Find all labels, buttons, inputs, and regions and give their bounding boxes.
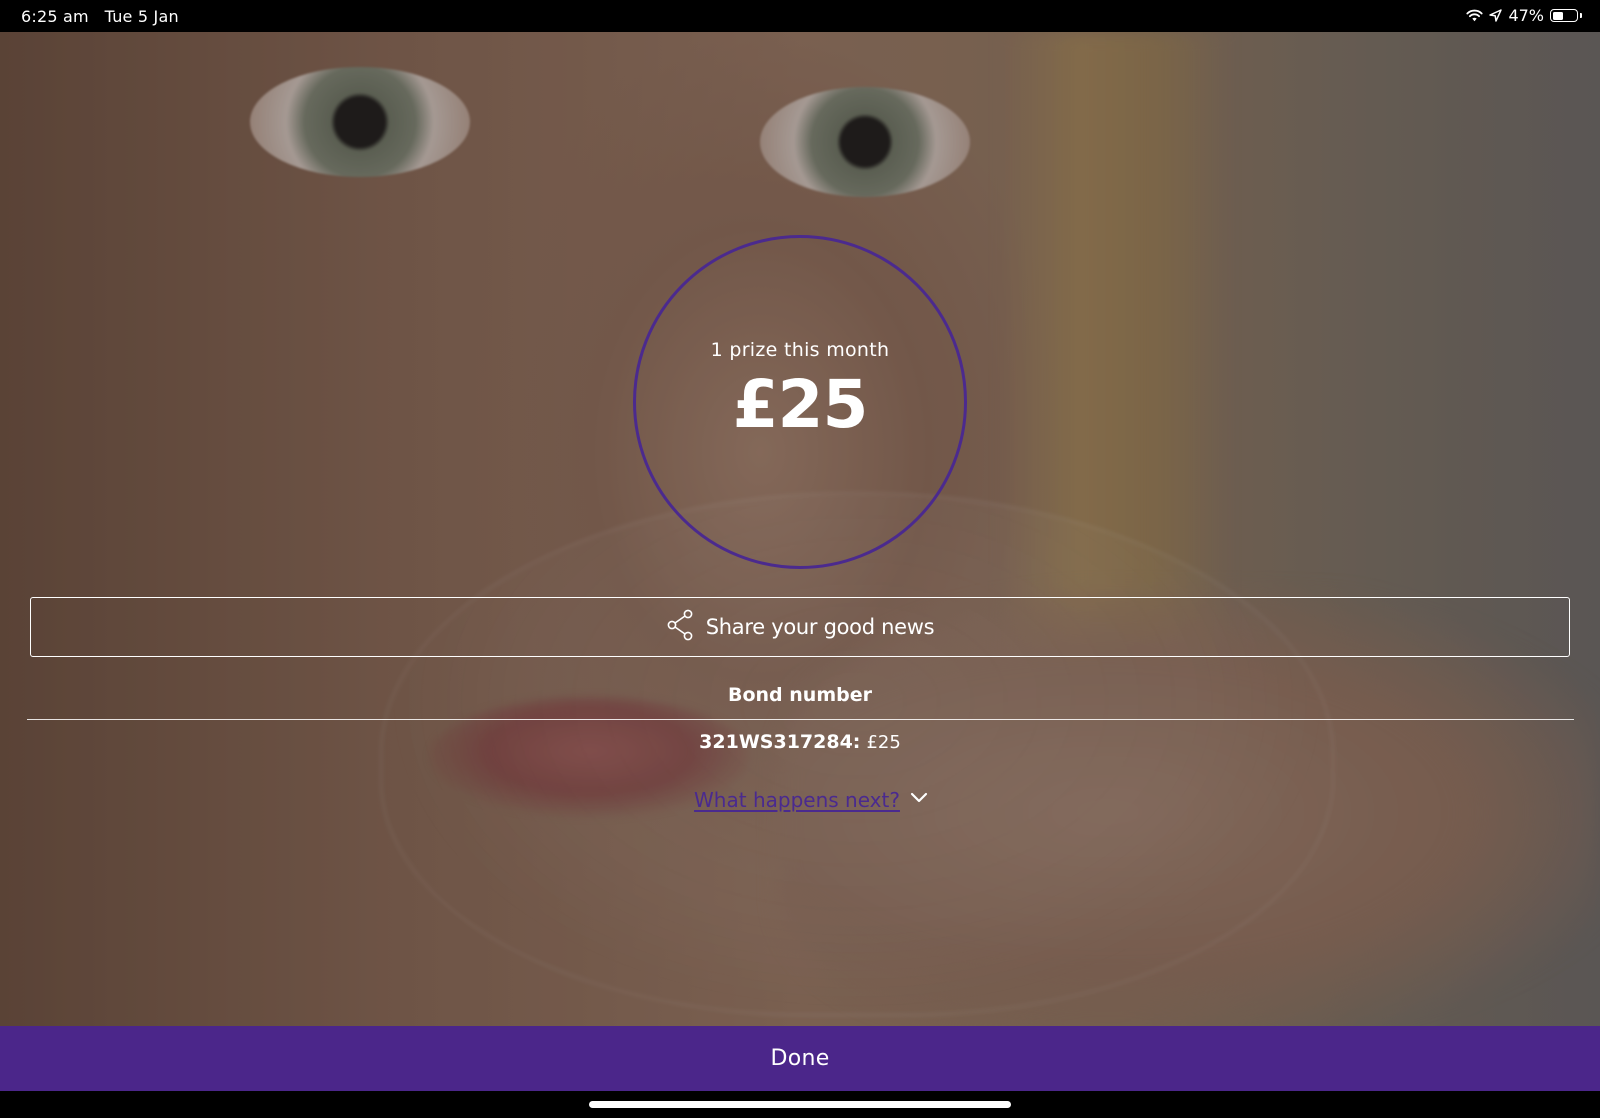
battery-icon <box>1550 9 1578 22</box>
battery-tip <box>1580 13 1582 18</box>
chevron-down-icon <box>910 791 928 809</box>
status-icons: 47% <box>1466 6 1582 25</box>
what-happens-next-label: What happens next? <box>694 788 900 812</box>
prize-circle: 1 prize this month £25 <box>633 235 967 569</box>
bond-heading: Bond number <box>728 684 872 706</box>
status-time: 6:25 am Tue 5 Jan <box>21 7 179 26</box>
status-bar: 6:25 am Tue 5 Jan 47% <box>0 0 1600 32</box>
wifi-icon <box>1466 9 1484 22</box>
bond-number: 321WS317284: <box>699 731 861 753</box>
bond-prize-value: £25 <box>866 732 901 753</box>
prize-screen: 6:25 am Tue 5 Jan 47% 1 prize this month… <box>0 0 1600 1118</box>
prize-caption: 1 prize this month <box>710 339 890 361</box>
battery-fill <box>1552 11 1563 20</box>
share-label: Share your good news <box>705 615 935 639</box>
share-icon <box>666 609 694 646</box>
prize-amount: £25 <box>732 366 869 443</box>
home-indicator[interactable] <box>589 1101 1011 1108</box>
battery-percent: 47% <box>1508 6 1544 25</box>
divider <box>27 719 1574 720</box>
bond-row: 321WS317284: £25 <box>0 731 1600 753</box>
share-button[interactable]: Share your good news <box>30 597 1570 657</box>
what-happens-next-link[interactable]: What happens next? <box>0 788 1600 812</box>
done-button[interactable]: Done <box>0 1026 1600 1091</box>
location-arrow-icon <box>1489 9 1503 22</box>
